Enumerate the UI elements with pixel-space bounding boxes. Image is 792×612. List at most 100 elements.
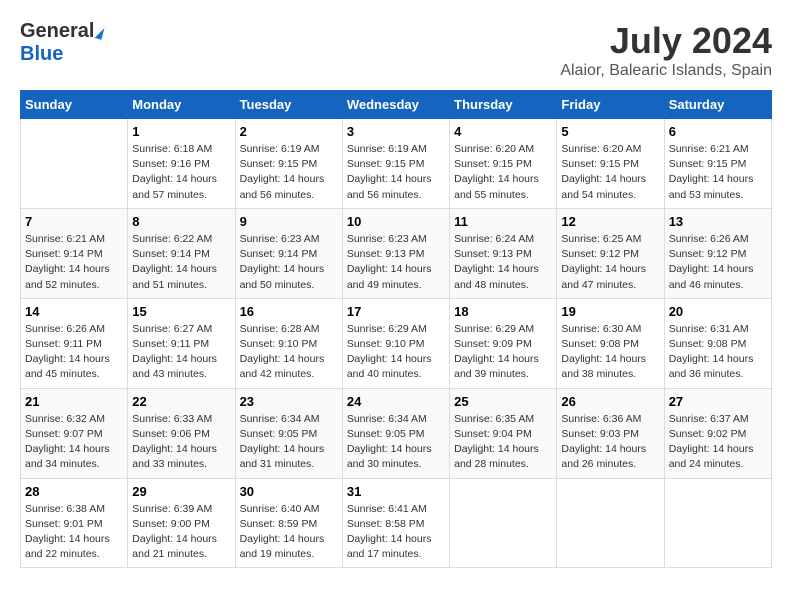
logo-general: General bbox=[20, 20, 94, 42]
day-info: Sunrise: 6:27 AM Sunset: 9:11 PM Dayligh… bbox=[132, 322, 230, 383]
day-number: 18 bbox=[454, 304, 552, 319]
day-number: 31 bbox=[347, 484, 445, 499]
calendar-day-cell: 4Sunrise: 6:20 AM Sunset: 9:15 PM Daylig… bbox=[450, 119, 557, 209]
day-info: Sunrise: 6:24 AM Sunset: 9:13 PM Dayligh… bbox=[454, 232, 552, 293]
calendar-day-cell bbox=[21, 119, 128, 209]
calendar-day-cell: 22 Sunrise: 6:33 AM Sunset: 9:06 PM Dayli… bbox=[128, 388, 235, 478]
day-info: Sunrise: 6:38 AM Sunset: 9:01 PM Dayligh… bbox=[25, 502, 123, 563]
day-number: 3 bbox=[347, 124, 445, 139]
day-number: 23 bbox=[240, 394, 338, 409]
calendar-day-cell: 6Sunrise: 6:21 AM Sunset: 9:15 PM Daylig… bbox=[664, 119, 771, 209]
day-info: Sunrise: 6:41 AM Sunset: 8:58 PM Dayligh… bbox=[347, 502, 445, 563]
calendar-day-cell: 2 Sunrise: 6:19 AM Sunset: 9:15 PM Daylig… bbox=[235, 119, 342, 209]
calendar-day-cell: 31 Sunrise: 6:41 AM Sunset: 8:58 PM Dayli… bbox=[342, 478, 449, 568]
calendar-week-row: 21 Sunrise: 6:32 AM Sunset: 9:07 PM Dayli… bbox=[21, 388, 772, 478]
logo-text: General bbox=[20, 20, 103, 43]
day-info: Sunrise: 6:34 AM Sunset: 9:05 PM Dayligh… bbox=[347, 412, 445, 473]
calendar-day-cell: 8 Sunrise: 6:22 AM Sunset: 9:14 PM Daylig… bbox=[128, 208, 235, 298]
day-info: Sunrise: 6:34 AM Sunset: 9:05 PM Dayligh… bbox=[240, 412, 338, 473]
day-number: 9 bbox=[240, 214, 338, 229]
day-number: 28 bbox=[25, 484, 123, 499]
calendar-day-cell: 29Sunrise: 6:39 AM Sunset: 9:00 PM Dayli… bbox=[128, 478, 235, 568]
day-number: 30 bbox=[240, 484, 338, 499]
calendar-day-cell: 16 Sunrise: 6:28 AM Sunset: 9:10 PM Dayli… bbox=[235, 298, 342, 388]
day-info: Sunrise: 6:20 AM Sunset: 9:15 PM Dayligh… bbox=[454, 142, 552, 203]
calendar-day-cell: 9 Sunrise: 6:23 AM Sunset: 9:14 PM Daylig… bbox=[235, 208, 342, 298]
title-area: July 2024 Alaior, Balearic Islands, Spai… bbox=[560, 20, 772, 80]
logo-blue: Blue bbox=[20, 43, 63, 65]
day-info: Sunrise: 6:32 AM Sunset: 9:07 PM Dayligh… bbox=[25, 412, 123, 473]
calendar-header-cell: Tuesday bbox=[235, 91, 342, 119]
calendar-header-cell: Monday bbox=[128, 91, 235, 119]
day-info: Sunrise: 6:18 AM Sunset: 9:16 PM Dayligh… bbox=[132, 142, 230, 203]
day-number: 29 bbox=[132, 484, 230, 499]
day-info: Sunrise: 6:33 AM Sunset: 9:06 PM Dayligh… bbox=[132, 412, 230, 473]
calendar-day-cell: 15 Sunrise: 6:27 AM Sunset: 9:11 PM Dayli… bbox=[128, 298, 235, 388]
day-number: 21 bbox=[25, 394, 123, 409]
day-number: 2 bbox=[240, 124, 338, 139]
day-info: Sunrise: 6:20 AM Sunset: 9:15 PM Dayligh… bbox=[561, 142, 659, 203]
calendar-week-row: 14Sunrise: 6:26 AM Sunset: 9:11 PM Dayli… bbox=[21, 298, 772, 388]
calendar-day-cell: 27Sunrise: 6:37 AM Sunset: 9:02 PM Dayli… bbox=[664, 388, 771, 478]
day-number: 15 bbox=[132, 304, 230, 319]
day-number: 12 bbox=[561, 214, 659, 229]
day-number: 26 bbox=[561, 394, 659, 409]
calendar-day-cell: 5 Sunrise: 6:20 AM Sunset: 9:15 PM Daylig… bbox=[557, 119, 664, 209]
day-number: 16 bbox=[240, 304, 338, 319]
calendar-header-cell: Sunday bbox=[21, 91, 128, 119]
day-number: 25 bbox=[454, 394, 552, 409]
calendar-day-cell bbox=[450, 478, 557, 568]
day-info: Sunrise: 6:26 AM Sunset: 9:11 PM Dayligh… bbox=[25, 322, 123, 383]
calendar-header-row: SundayMondayTuesdayWednesdayThursdayFrid… bbox=[21, 91, 772, 119]
calendar-day-cell: 1 Sunrise: 6:18 AM Sunset: 9:16 PM Daylig… bbox=[128, 119, 235, 209]
calendar-day-cell: 3 Sunrise: 6:19 AM Sunset: 9:15 PM Daylig… bbox=[342, 119, 449, 209]
day-info: Sunrise: 6:35 AM Sunset: 9:04 PM Dayligh… bbox=[454, 412, 552, 473]
calendar-week-row: 28 Sunrise: 6:38 AM Sunset: 9:01 PM Dayli… bbox=[21, 478, 772, 568]
day-info: Sunrise: 6:31 AM Sunset: 9:08 PM Dayligh… bbox=[669, 322, 767, 383]
calendar-day-cell bbox=[664, 478, 771, 568]
day-number: 20 bbox=[669, 304, 767, 319]
header: General Blue July 2024 Alaior, Balearic … bbox=[20, 20, 772, 80]
day-info: Sunrise: 6:23 AM Sunset: 9:13 PM Dayligh… bbox=[347, 232, 445, 293]
day-number: 8 bbox=[132, 214, 230, 229]
calendar-day-cell: 25 Sunrise: 6:35 AM Sunset: 9:04 PM Dayli… bbox=[450, 388, 557, 478]
day-number: 17 bbox=[347, 304, 445, 319]
day-info: Sunrise: 6:26 AM Sunset: 9:12 PM Dayligh… bbox=[669, 232, 767, 293]
day-info: Sunrise: 6:40 AM Sunset: 8:59 PM Dayligh… bbox=[240, 502, 338, 563]
day-info: Sunrise: 6:23 AM Sunset: 9:14 PM Dayligh… bbox=[240, 232, 338, 293]
location-title: Alaior, Balearic Islands, Spain bbox=[560, 62, 772, 80]
calendar-day-cell: 11Sunrise: 6:24 AM Sunset: 9:13 PM Dayli… bbox=[450, 208, 557, 298]
calendar-day-cell: 19 Sunrise: 6:30 AM Sunset: 9:08 PM Dayli… bbox=[557, 298, 664, 388]
calendar-day-cell: 18 Sunrise: 6:29 AM Sunset: 9:09 PM Dayli… bbox=[450, 298, 557, 388]
calendar-header-cell: Wednesday bbox=[342, 91, 449, 119]
day-info: Sunrise: 6:21 AM Sunset: 9:14 PM Dayligh… bbox=[25, 232, 123, 293]
calendar-header-cell: Friday bbox=[557, 91, 664, 119]
calendar-day-cell: 10 Sunrise: 6:23 AM Sunset: 9:13 PM Dayli… bbox=[342, 208, 449, 298]
day-info: Sunrise: 6:36 AM Sunset: 9:03 PM Dayligh… bbox=[561, 412, 659, 473]
calendar-day-cell: 23 Sunrise: 6:34 AM Sunset: 9:05 PM Dayli… bbox=[235, 388, 342, 478]
month-year-title: July 2024 bbox=[560, 20, 772, 62]
day-number: 5 bbox=[561, 124, 659, 139]
day-number: 19 bbox=[561, 304, 659, 319]
day-info: Sunrise: 6:28 AM Sunset: 9:10 PM Dayligh… bbox=[240, 322, 338, 383]
calendar-day-cell: 30 Sunrise: 6:40 AM Sunset: 8:59 PM Dayli… bbox=[235, 478, 342, 568]
day-info: Sunrise: 6:19 AM Sunset: 9:15 PM Dayligh… bbox=[240, 142, 338, 203]
day-info: Sunrise: 6:30 AM Sunset: 9:08 PM Dayligh… bbox=[561, 322, 659, 383]
day-info: Sunrise: 6:22 AM Sunset: 9:14 PM Dayligh… bbox=[132, 232, 230, 293]
calendar-day-cell: 28 Sunrise: 6:38 AM Sunset: 9:01 PM Dayli… bbox=[21, 478, 128, 568]
logo: General Blue bbox=[20, 20, 103, 66]
day-number: 13 bbox=[669, 214, 767, 229]
calendar-header-cell: Thursday bbox=[450, 91, 557, 119]
calendar-day-cell: 21 Sunrise: 6:32 AM Sunset: 9:07 PM Dayli… bbox=[21, 388, 128, 478]
calendar-week-row: 7Sunrise: 6:21 AM Sunset: 9:14 PM Daylig… bbox=[21, 208, 772, 298]
day-number: 10 bbox=[347, 214, 445, 229]
calendar-day-cell: 14Sunrise: 6:26 AM Sunset: 9:11 PM Dayli… bbox=[21, 298, 128, 388]
day-number: 6 bbox=[669, 124, 767, 139]
day-info: Sunrise: 6:19 AM Sunset: 9:15 PM Dayligh… bbox=[347, 142, 445, 203]
day-info: Sunrise: 6:29 AM Sunset: 9:09 PM Dayligh… bbox=[454, 322, 552, 383]
calendar-day-cell: 20 Sunrise: 6:31 AM Sunset: 9:08 PM Dayli… bbox=[664, 298, 771, 388]
calendar-day-cell bbox=[557, 478, 664, 568]
day-number: 22 bbox=[132, 394, 230, 409]
calendar-day-cell: 7Sunrise: 6:21 AM Sunset: 9:14 PM Daylig… bbox=[21, 208, 128, 298]
day-number: 1 bbox=[132, 124, 230, 139]
